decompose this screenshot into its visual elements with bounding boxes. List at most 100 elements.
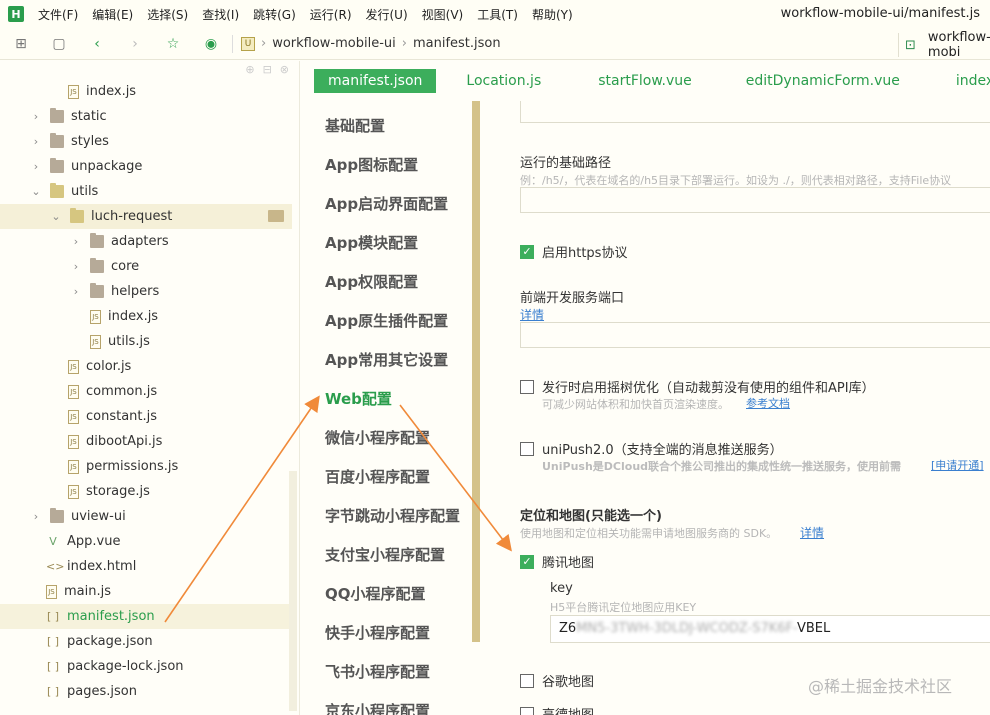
tree-item-file[interactable]: [ ] pages.json [0, 679, 292, 704]
tree-item-file[interactable]: [ ] package.json [0, 629, 292, 654]
tree-item-folder[interactable]: ⌄ utils [0, 179, 292, 204]
nav-jd-mp-config[interactable]: 京东小程序配置 [325, 700, 430, 715]
menu-publish[interactable]: 发行(U) [366, 6, 408, 23]
new-file-icon[interactable]: ⊞ [12, 35, 30, 53]
unipush-checkbox[interactable] [520, 441, 534, 456]
open-folder-icon[interactable] [268, 210, 284, 222]
tab-manifest-json[interactable]: manifest.json [314, 69, 437, 93]
right-panel-tab[interactable]: ⊡ workflow-mobi [898, 30, 990, 60]
save-icon[interactable]: ▢ [50, 35, 68, 53]
tree-item-file[interactable]: JS common.js [0, 379, 292, 404]
google-map-option[interactable]: 谷歌地图 [520, 671, 594, 690]
tree-item-file[interactable]: JS utils.js [0, 329, 292, 354]
nav-basic-config[interactable]: 基础配置 [325, 115, 385, 136]
nav-app-other-settings[interactable]: App常用其它设置 [325, 349, 448, 370]
nav-app-splash-config[interactable]: App启动界面配置 [325, 193, 448, 214]
js-file-icon: JS [68, 84, 79, 99]
tree-item-folder[interactable]: › helpers [0, 279, 292, 304]
tree-item-file[interactable]: JS constant.js [0, 404, 292, 429]
treeshake-label: 发行时启用摇树优化（自动裁剪没有使用的组件和API库） [542, 381, 875, 396]
tree-item-file[interactable]: <> index.html [0, 554, 292, 579]
tree-item-file[interactable]: JS index.js [0, 79, 292, 104]
amap-checkbox[interactable] [520, 706, 534, 715]
treeshake-doc-link[interactable]: 参考文档 [746, 395, 790, 411]
tencent-key-input[interactable]: Z6MN5-3TWH-3DLDJ-WCODZ-S7K6F-VBEL [550, 615, 990, 643]
tree-item-folder[interactable]: › core [0, 254, 292, 279]
menu-select[interactable]: 选择(S) [147, 6, 188, 23]
menu-find[interactable]: 查找(I) [202, 6, 239, 23]
forward-icon[interactable]: › [126, 35, 144, 53]
run-icon[interactable]: ◉ [202, 35, 220, 53]
folder-icon [90, 233, 104, 248]
https-checkbox[interactable]: ✓ [520, 244, 534, 259]
sidebar-scrollbar[interactable] [289, 471, 297, 711]
locate-icon[interactable]: ⊟ [263, 63, 272, 76]
breadcrumb-project[interactable]: workflow-mobile-ui [272, 36, 396, 51]
port-detail-link[interactable]: 详情 [520, 306, 544, 323]
tree-item-file[interactable]: JS dibootApi.js [0, 429, 292, 454]
tree-item-folder[interactable]: › styles [0, 129, 292, 154]
tree-item-folder[interactable]: › static [0, 104, 292, 129]
unipush-apply-link[interactable]: [申请开通] [931, 457, 984, 473]
menu-view[interactable]: 视图(V) [422, 6, 464, 23]
menu-file[interactable]: 文件(F) [38, 6, 78, 23]
tree-item-label: styles [71, 134, 109, 149]
breadcrumb-file[interactable]: manifest.json [413, 36, 501, 51]
tree-item-folder[interactable]: › unpackage [0, 154, 292, 179]
tab-startflow-vue[interactable]: startFlow.vue [598, 73, 692, 89]
menu-items: 文件(F) 编辑(E) 选择(S) 查找(I) 跳转(G) 运行(R) 发行(U… [38, 6, 587, 23]
nav-web-config[interactable]: Web配置 [325, 388, 392, 409]
nav-baidu-mp-config[interactable]: 百度小程序配置 [325, 466, 430, 487]
tab-editdynamicform-vue[interactable]: editDynamicForm.vue [746, 73, 900, 89]
tree-item-file[interactable]: JS permissions.js [0, 454, 292, 479]
tree-item-file[interactable]: JS storage.js [0, 479, 292, 504]
tree-item-folder[interactable]: › uview-ui [0, 504, 292, 529]
tree-item-folder[interactable]: ⌄ luch-request [0, 204, 292, 229]
nav-app-icon-config[interactable]: App图标配置 [325, 154, 418, 175]
tencent-map-option[interactable]: ✓ 腾讯地图 [520, 552, 594, 571]
collapse-icon[interactable]: ⊕ [245, 63, 254, 76]
nav-weixin-mp-config[interactable]: 微信小程序配置 [325, 427, 430, 448]
tree-item-file-active[interactable]: [ ] manifest.json [0, 604, 292, 629]
unipush-option[interactable]: uniPush2.0（支持全端的消息推送服务） [520, 439, 783, 458]
tab-index-html[interactable]: index.html [956, 73, 990, 89]
close-icon[interactable]: ⊗ [280, 63, 289, 76]
title-input[interactable] [520, 101, 990, 123]
json-file-icon: [ ] [46, 685, 60, 698]
nav-app-module-config[interactable]: App模块配置 [325, 232, 418, 253]
treeshake-option[interactable]: 发行时启用摇树优化（自动裁剪没有使用的组件和API库） [520, 377, 875, 396]
nav-app-permission-config[interactable]: App权限配置 [325, 271, 418, 292]
chevron-right-icon: › [73, 260, 79, 273]
menu-goto[interactable]: 跳转(G) [253, 6, 296, 23]
base-path-input[interactable] [520, 187, 990, 213]
nav-alipay-mp-config[interactable]: 支付宝小程序配置 [325, 544, 445, 565]
map-detail-link[interactable]: 详情 [800, 524, 824, 541]
tencent-map-checkbox[interactable]: ✓ [520, 554, 534, 569]
tree-item-file[interactable]: [ ] package-lock.json [0, 654, 292, 679]
nav-toutiao-mp-config[interactable]: 字节跳动小程序配置 [325, 505, 460, 526]
tree-item-folder[interactable]: › adapters [0, 229, 292, 254]
tree-item-file[interactable]: JS main.js [0, 579, 292, 604]
https-option[interactable]: ✓ 启用https协议 [520, 242, 627, 261]
tree-item-file[interactable]: JS index.js [0, 304, 292, 329]
amap-option[interactable]: 高德地图 [520, 704, 594, 715]
key-value-start: Z6 [559, 621, 577, 636]
menu-edit[interactable]: 编辑(E) [92, 6, 133, 23]
tab-location-js[interactable]: Location.js [466, 73, 541, 89]
nav-qq-mp-config[interactable]: QQ小程序配置 [325, 583, 426, 604]
treeshake-checkbox[interactable] [520, 379, 534, 394]
star-icon[interactable]: ☆ [164, 35, 182, 53]
tree-item-file[interactable]: JS color.js [0, 354, 292, 379]
google-map-checkbox[interactable] [520, 673, 534, 688]
chevron-right-icon: › [33, 135, 39, 148]
menu-help[interactable]: 帮助(Y) [532, 6, 573, 23]
back-icon[interactable]: ‹ [88, 35, 106, 53]
menu-tools[interactable]: 工具(T) [477, 6, 518, 23]
port-input[interactable] [520, 322, 990, 348]
nav-kuaishou-mp-config[interactable]: 快手小程序配置 [325, 622, 430, 643]
nav-feishu-mp-config[interactable]: 飞书小程序配置 [325, 661, 430, 682]
nav-app-native-plugin-config[interactable]: App原生插件配置 [325, 310, 448, 331]
tree-item-file[interactable]: V App.vue [0, 529, 292, 554]
menu-run[interactable]: 运行(R) [310, 6, 352, 23]
config-nav-scrollbar[interactable] [472, 101, 480, 642]
